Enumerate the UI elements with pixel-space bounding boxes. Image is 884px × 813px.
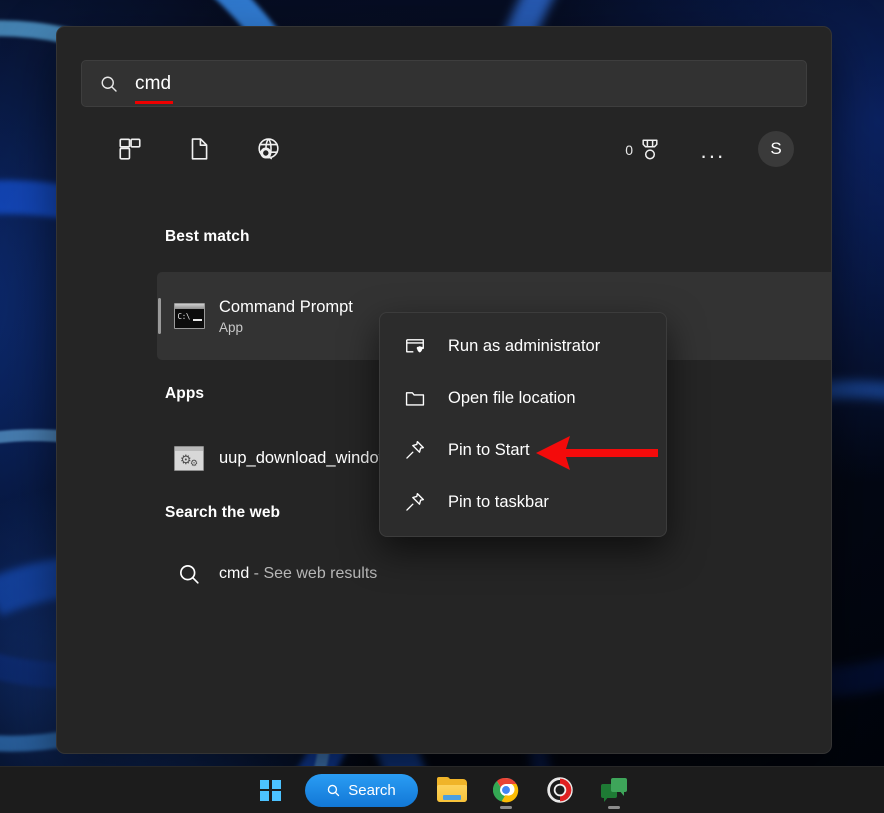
web-result-suffix: - See web results: [249, 565, 378, 582]
search-filter-toolbar: 0 ... S: [81, 123, 807, 179]
search-input[interactable]: cmd: [81, 60, 807, 107]
menu-item-label: Open file location: [448, 388, 576, 407]
context-menu: Run as administrator Open file location …: [379, 312, 667, 537]
ellipsis-icon: ...: [700, 138, 726, 163]
section-title-search-the-web: Search the web: [165, 504, 281, 521]
folder-icon: [436, 777, 467, 803]
shield-window-icon: [404, 335, 426, 357]
file-explorer-button[interactable]: [432, 770, 472, 810]
rewards-indicator[interactable]: 0: [625, 130, 662, 170]
more-options-button[interactable]: ...: [696, 134, 730, 168]
apps-filter[interactable]: [104, 123, 156, 175]
batch-script-icon: ⚙ ⚙: [173, 442, 205, 474]
menu-item-label: Pin to Start: [448, 440, 530, 459]
opera-gx-icon: [546, 777, 573, 803]
result-row-text: cmd - See web results: [219, 565, 377, 583]
section-title-apps: Apps: [165, 385, 205, 402]
avatar-initial: S: [770, 139, 782, 158]
avatar[interactable]: S: [758, 131, 794, 167]
search-icon: [173, 558, 205, 590]
menu-item-open-file-location[interactable]: Open file location: [380, 372, 666, 424]
command-prompt-icon: C:\: [173, 300, 205, 332]
result-row-web-search[interactable]: cmd - See web results: [157, 543, 831, 605]
menu-item-run-as-administrator[interactable]: Run as administrator: [380, 320, 666, 372]
desktop-screen: cmd 0 ... S Best match C:\ Command Promp…: [0, 0, 884, 813]
taskbar-search-button[interactable]: Search: [304, 770, 418, 810]
result-row-text: Command Prompt App: [219, 298, 353, 335]
rewards-count: 0: [625, 142, 633, 158]
apps-grid-icon: [119, 138, 141, 160]
web-filter[interactable]: [242, 123, 294, 175]
globe-search-icon: [257, 137, 279, 159]
messaging-icon: [600, 778, 627, 802]
taskbar: Search: [0, 766, 884, 813]
messaging-button[interactable]: [594, 770, 634, 810]
chrome-icon: [492, 778, 518, 803]
section-title-best-match: Best match: [165, 228, 250, 245]
pin-icon: [404, 491, 426, 513]
windows-logo-icon: [260, 779, 281, 801]
start-button[interactable]: [251, 770, 291, 810]
search-icon: [328, 784, 340, 796]
document-page-icon: [191, 138, 208, 160]
result-title: Command Prompt: [219, 297, 353, 316]
search-input-value: cmd: [135, 72, 174, 104]
opera-button[interactable]: [540, 770, 580, 810]
rewards-medal-icon: [642, 139, 658, 160]
result-row-text: uup_download_windows.: [219, 449, 403, 468]
search-icon: [101, 76, 117, 92]
menu-item-pin-to-taskbar[interactable]: Pin to taskbar: [380, 476, 666, 528]
result-subtitle: App: [219, 319, 244, 335]
folder-icon: [404, 387, 426, 409]
documents-filter[interactable]: [173, 123, 225, 175]
menu-item-label: Pin to taskbar: [448, 492, 549, 511]
taskbar-search-label: Search: [348, 781, 396, 799]
result-title: uup_download_windows.: [219, 448, 404, 467]
menu-item-label: Run as administrator: [448, 336, 601, 355]
command-prompt-icon-text: C:\: [177, 312, 191, 321]
menu-item-pin-to-start[interactable]: Pin to Start: [380, 424, 666, 476]
pin-icon: [404, 439, 426, 461]
chrome-button[interactable]: [486, 770, 526, 810]
web-result-title: cmd - See web results: [219, 565, 377, 583]
web-result-query: cmd: [219, 565, 250, 582]
